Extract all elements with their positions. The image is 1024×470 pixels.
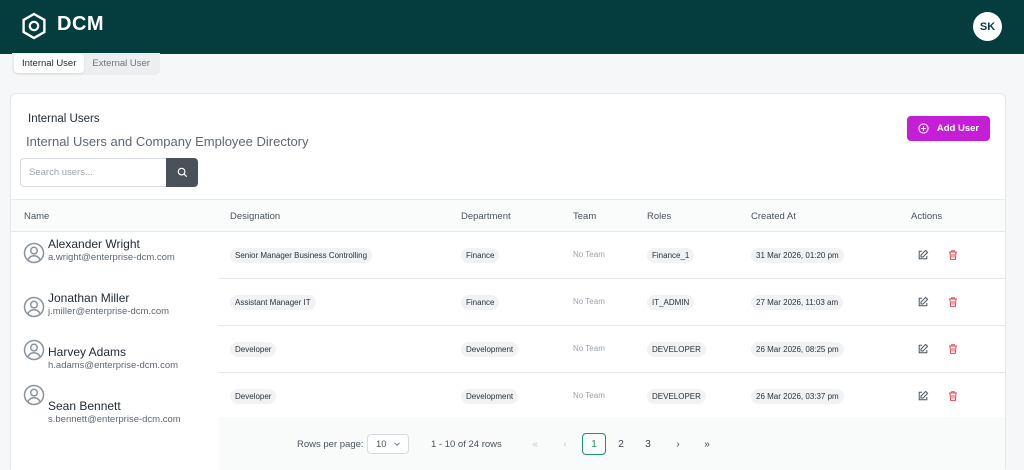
edit-icon[interactable] (917, 249, 929, 261)
column-header-created-at[interactable]: Created At (751, 211, 796, 222)
designation-badge: Developer (230, 389, 277, 404)
role-badge: IT_ADMIN (647, 295, 695, 310)
page-button-2[interactable]: 2 (609, 433, 633, 455)
search-button[interactable] (166, 158, 198, 187)
tab-external-user[interactable]: External User (84, 54, 158, 73)
team-value: No Team (573, 250, 605, 259)
user-name-column: Alexander Wright a.wright@enterprise-dcm… (11, 232, 219, 470)
department-badge: Development (461, 342, 519, 357)
department-badge: Development (461, 389, 519, 404)
user-avatar[interactable]: SK (973, 12, 1002, 41)
user-email: a.wright@enterprise-dcm.com (48, 252, 175, 263)
search-input[interactable] (20, 158, 166, 187)
role-badge: DEVELOPER (647, 342, 706, 357)
designation-badge: Developer (230, 342, 277, 357)
tab-internal-user[interactable]: Internal User (14, 54, 85, 73)
plus-circle-icon (918, 123, 929, 134)
column-header-team[interactable]: Team (573, 211, 596, 222)
next-page-button[interactable]: › (666, 433, 690, 455)
user-name: Sean Bennett (48, 399, 121, 413)
role-badge: Finance_1 (647, 248, 695, 263)
rows-per-page-value: 10 (376, 438, 387, 450)
last-page-button[interactable]: » (695, 433, 719, 455)
edit-icon[interactable] (917, 390, 929, 402)
column-header-name[interactable]: Name (24, 211, 49, 222)
page-button-1[interactable]: 1 (582, 433, 606, 455)
previous-page-button[interactable]: ‹ (553, 433, 577, 455)
created-at-badge: 26 Mar 2026, 03:37 pm (751, 389, 844, 404)
user-name: Jonathan Miller (48, 291, 130, 305)
column-header-designation[interactable]: Designation (230, 211, 280, 222)
search-icon (177, 167, 187, 178)
column-header-department[interactable]: Department (461, 211, 511, 222)
add-user-button[interactable]: Add User (907, 116, 990, 141)
search-bar (20, 158, 198, 187)
created-at-badge: 26 Mar 2026, 08:25 pm (751, 342, 844, 357)
user-circle-icon (23, 242, 45, 264)
user-cell[interactable]: Sean Bennett s.bennett@enterprise-dcm.co… (11, 384, 219, 448)
user-cell[interactable]: Alexander Wright a.wright@enterprise-dcm… (11, 232, 219, 286)
designation-badge: Senior Manager Business Controlling (230, 248, 373, 263)
team-value: No Team (573, 344, 605, 353)
user-name: Harvey Adams (48, 345, 127, 359)
trash-icon[interactable] (947, 390, 959, 402)
user-circle-icon (23, 296, 45, 318)
created-at-badge: 27 Mar 2026, 11:03 am (751, 295, 844, 310)
column-header-roles[interactable]: Roles (647, 211, 671, 222)
rows-range-text: 1 - 10 of 24 rows (431, 439, 502, 450)
team-value: No Team (573, 297, 605, 306)
user-circle-icon (23, 384, 45, 406)
card-title: Internal Users (28, 113, 100, 125)
user-name: Alexander Wright (48, 237, 140, 251)
user-cell[interactable]: Jonathan Miller j.miller@enterprise-dcm.… (11, 286, 219, 340)
edit-icon[interactable] (917, 343, 929, 355)
table-header: Name Designation Department Team Roles C… (11, 199, 1005, 232)
trash-icon[interactable] (947, 343, 959, 355)
top-bar: DCM SK (0, 0, 1024, 54)
page-button-3[interactable]: 3 (636, 433, 660, 455)
rows-per-page-label: Rows per page: (297, 439, 364, 450)
chevron-down-icon (393, 442, 400, 447)
edit-icon[interactable] (917, 296, 929, 308)
user-type-tabs: Internal User External User (12, 53, 160, 75)
trash-icon[interactable] (947, 296, 959, 308)
card-subtitle: Internal Users and Company Employee Dire… (26, 134, 309, 149)
user-circle-icon (23, 339, 45, 361)
hexagon-logo-icon[interactable] (20, 12, 48, 40)
trash-icon[interactable] (947, 249, 959, 261)
department-badge: Finance (461, 248, 500, 263)
rows-per-page-select[interactable]: 10 (367, 434, 409, 454)
user-email: j.miller@enterprise-dcm.com (48, 306, 170, 317)
team-value: No Team (573, 391, 605, 400)
role-badge: DEVELOPER (647, 389, 706, 404)
column-header-actions: Actions (911, 211, 943, 222)
brand-name[interactable]: DCM (57, 13, 104, 36)
created-at-badge: 31 Mar 2026, 01:20 pm (751, 248, 844, 263)
first-page-button[interactable]: « (523, 433, 547, 455)
designation-badge: Assistant Manager IT (230, 295, 316, 310)
department-badge: Finance (461, 295, 500, 310)
add-user-label: Add User (936, 123, 980, 134)
user-email: h.adams@enterprise-dcm.com (48, 360, 179, 371)
user-email: s.bennett@enterprise-dcm.com (48, 414, 181, 425)
